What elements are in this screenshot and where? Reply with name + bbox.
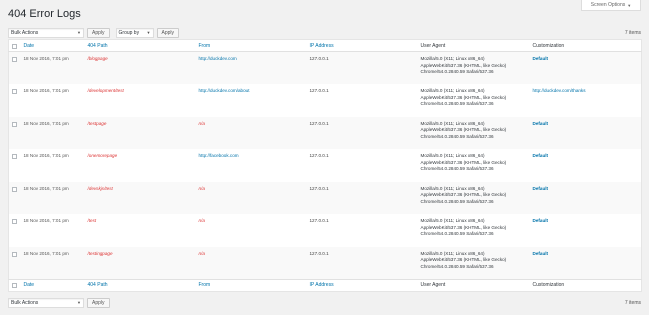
row-path[interactable]: /devskjs/test <box>84 181 196 214</box>
row-customization[interactable]: Default <box>530 214 642 247</box>
row-ip: 127.0.0.1 <box>309 218 329 223</box>
row-customization[interactable]: Default <box>529 51 642 84</box>
row-checkbox[interactable] <box>8 116 21 149</box>
row-date: 18 Nov 2016, 7:01 pm <box>20 51 85 84</box>
row-path[interactable]: /testingpage <box>84 246 196 279</box>
column-path[interactable]: 404 Path <box>84 278 196 291</box>
chevron-down-icon: ▼ <box>77 30 81 35</box>
column-path[interactable]: 404 Path <box>84 39 196 52</box>
row-customization[interactable]: Default <box>530 149 642 182</box>
column-custom: Customization <box>529 278 642 291</box>
column-ip[interactable]: IP Address <box>306 278 418 291</box>
bulk-actions-value: Bulk Actions <box>11 299 39 306</box>
bulk-actions-select[interactable]: Bulk Actions ▼ <box>8 27 84 38</box>
column-agent: User Agent <box>417 278 530 291</box>
apply-bulk-button[interactable]: Apply <box>87 27 110 38</box>
row-ip: 127.0.0.1 <box>306 51 418 84</box>
row-checkbox[interactable] <box>8 181 21 214</box>
row-ip: 127.0.0.1 <box>309 88 329 93</box>
row-ip: 127.0.0.1 <box>309 153 329 158</box>
bottom-toolbar: Bulk Actions ▼ Apply 7 items <box>8 297 641 308</box>
row-date: 18 Nov 2016, 7:01 pm <box>20 181 85 214</box>
row-from[interactable]: http://duckdev.com/about <box>196 84 307 117</box>
bulk-actions-value: Bulk Actions <box>11 29 39 36</box>
screen-options-button[interactable]: Screen Options ▼ <box>581 0 641 11</box>
row-from: n/a <box>195 116 307 149</box>
row-checkbox[interactable] <box>9 149 21 182</box>
table-footer-row: Date 404 Path From IP Address User Agent… <box>8 278 642 291</box>
chevron-down-icon: ▼ <box>146 30 151 35</box>
table-row: 18 Nov 2016, 7:01 pm /development/test h… <box>9 84 642 117</box>
items-count-bottom: 7 items <box>624 299 641 306</box>
row-from: n/a <box>195 181 307 214</box>
row-customization[interactable]: Default <box>529 246 642 279</box>
row-date: 18 Nov 2016, 7:01 pm <box>23 218 69 223</box>
row-checkbox[interactable] <box>9 84 21 117</box>
row-checkbox[interactable] <box>8 246 21 279</box>
apply-group-button[interactable]: Apply <box>156 27 180 38</box>
row-agent: Mozilla/5.0 (X11; Linux x86_64) AppleWebK… <box>417 116 530 149</box>
row-date: 18 Nov 2016, 7:01 pm <box>23 153 69 158</box>
items-count: 7 items <box>624 29 641 36</box>
caret-down-icon: ▼ <box>627 2 632 8</box>
row-checkbox[interactable] <box>8 51 21 84</box>
select-all-checkbox-bottom[interactable] <box>8 278 21 291</box>
column-from[interactable]: From <box>195 278 307 291</box>
row-path[interactable]: /development/test <box>85 84 196 117</box>
row-agent: Mozilla/5.0 (X11; Linux x86_64) AppleWebK… <box>420 88 507 106</box>
bulk-actions-select-bottom[interactable]: Bulk Actions ▼ <box>8 297 84 308</box>
group-by-value: Group by <box>118 29 140 36</box>
row-date: 18 Nov 2016, 7:01 pm <box>23 88 69 93</box>
row-from: n/a <box>198 218 205 223</box>
group-by-select[interactable]: Group by ▼ <box>115 27 154 38</box>
apply-bulk-button-bottom[interactable]: Apply <box>87 297 110 308</box>
row-from[interactable]: http://facebook.com <box>196 149 307 182</box>
top-toolbar: Bulk Actions ▼ Apply Group by ▼ Apply 7 … <box>8 27 641 38</box>
row-ip: 127.0.0.1 <box>306 181 418 214</box>
table-header-row: Date 404 Path From IP Address User Agent… <box>8 39 642 52</box>
row-agent: Mozilla/5.0 (X11; Linux x86_64) AppleWebK… <box>417 51 530 84</box>
column-date[interactable]: Date <box>20 278 85 291</box>
row-path[interactable]: /onemorepage <box>85 149 196 182</box>
row-agent: Mozilla/5.0 (X11; Linux x86_64) AppleWebK… <box>420 218 507 236</box>
row-ip: 127.0.0.1 <box>306 116 418 149</box>
table-row: 18 Nov 2016, 7:01 pm /blogpage http://du… <box>8 51 642 84</box>
select-all-checkbox[interactable] <box>8 39 21 52</box>
screen-options-label: Screen Options <box>590 2 626 8</box>
row-date: 18 Nov 2016, 7:01 pm <box>20 116 85 149</box>
row-customization[interactable]: Default <box>529 181 642 214</box>
row-ip: 127.0.0.1 <box>306 246 418 279</box>
row-path[interactable]: /test <box>85 214 196 247</box>
table-row: 18 Nov 2016, 7:01 pm /testpage n/a 127.0… <box>8 116 642 149</box>
column-date[interactable]: Date <box>20 39 85 52</box>
row-checkbox[interactable] <box>9 214 21 247</box>
column-custom: Customization <box>529 39 642 52</box>
row-agent: Mozilla/5.0 (X11; Linux x86_64) AppleWebK… <box>420 153 507 171</box>
row-from: n/a <box>195 246 307 279</box>
table-row: 18 Nov 2016, 7:01 pm /devskjs/test n/a 1… <box>8 181 642 214</box>
table-row: 18 Nov 2016, 7:01 pm /test n/a 127.0.0.1… <box>9 214 642 247</box>
table-row: 18 Nov 2016, 7:01 pm /onemorepage http:/… <box>9 149 642 182</box>
row-agent: Mozilla/5.0 (X11; Linux x86_64) AppleWebK… <box>417 246 530 279</box>
row-path[interactable]: /testpage <box>84 116 196 149</box>
row-customization[interactable]: Default <box>529 116 642 149</box>
row-from[interactable]: http://duckdev.com <box>195 51 307 84</box>
row-date: 18 Nov 2016, 7:01 pm <box>20 246 85 279</box>
logs-table: Date 404 Path From IP Address User Agent… <box>8 39 642 292</box>
row-agent: Mozilla/5.0 (X11; Linux x86_64) AppleWebK… <box>417 181 530 214</box>
row-customization[interactable]: http://duckdev.com/thanks <box>530 84 642 117</box>
row-path[interactable]: /blogpage <box>84 51 196 84</box>
column-from[interactable]: From <box>195 39 307 52</box>
table-row: 18 Nov 2016, 7:01 pm /testingpage n/a 12… <box>8 246 642 279</box>
column-agent: User Agent <box>417 39 530 52</box>
column-ip[interactable]: IP Address <box>306 39 418 52</box>
chevron-down-icon: ▼ <box>77 300 81 305</box>
page-title: 404 Error Logs <box>8 8 81 20</box>
